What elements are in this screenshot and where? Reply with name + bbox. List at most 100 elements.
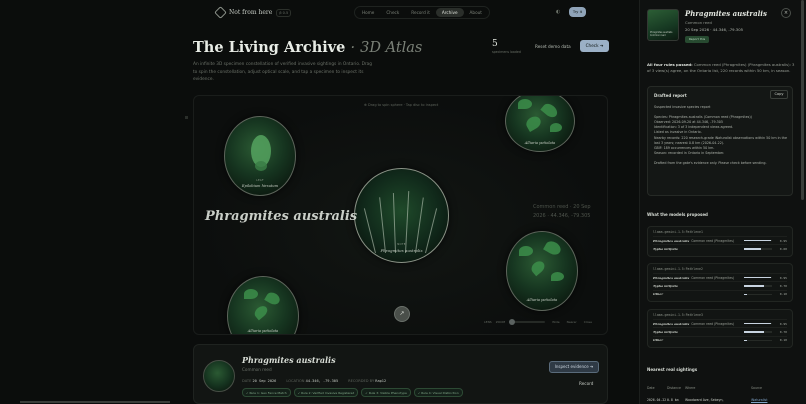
specimen-count-label: specimens loaded: [492, 50, 521, 54]
specimen-disc[interactable]: Alliaria petiolata: [506, 231, 578, 311]
report-line: Season: recorded in Ontario in September…: [654, 151, 725, 156]
check-button[interactable]: Check ➔: [580, 40, 609, 52]
confidence-bar: [744, 331, 772, 333]
confidence-bar-fill: [744, 276, 771, 279]
zoom-slider-row: LENS ZOOM Wide Nearer Close: [484, 319, 592, 325]
specimen-count: 5 specimens loaded: [492, 39, 521, 54]
close-icon[interactable]: ×: [781, 8, 791, 18]
panel-specimen-thumb: Phragmites australis Common reed: [647, 9, 679, 41]
specimen-label: Alliaria petiolata: [247, 329, 279, 333]
rule-tag: ✓ Rule 1: Geo Fence Match: [242, 388, 291, 397]
specimen-card-subtitle: Common reed: [242, 367, 272, 372]
confidence-bar: [744, 276, 772, 279]
drafted-report-body: Suspected invasive species report Specie…: [654, 105, 789, 166]
tab-archive[interactable]: Archive: [435, 8, 464, 17]
specimen-disc-selected[interactable]: NOTE Phragmites australis: [354, 168, 449, 263]
model-row: Phragmites australis Common reed (Phragmi…: [653, 236, 787, 244]
rule-tags: ✓ Rule 1: Geo Fence Match ✓ Rule 2: Veri…: [242, 388, 463, 397]
report-line: Nearby records: 220 research-grade iNatu…: [654, 135, 788, 145]
specimen-disc[interactable]: Alliaria petiolata: [505, 96, 575, 152]
zoom-slider-thumb[interactable]: [509, 319, 516, 325]
model-row-label: Typha latifolia: [653, 247, 678, 252]
rule-tag: ✓ Rule 4: Visual Distinction: [413, 388, 463, 397]
confidence-bar-fill: [744, 293, 747, 296]
app-logo[interactable]: Not from here β 0.5: [214, 6, 292, 19]
confidence-bar-fill: [744, 339, 747, 342]
atlas-stage[interactable]: ⊕ Drag to spin sphere · Tap disc to insp…: [193, 95, 608, 335]
logo-text: Not from here: [229, 9, 273, 16]
sightings-section-title: Nearest real sightings: [647, 367, 698, 372]
leaf-icon: [244, 289, 258, 299]
leaf-icon: [529, 258, 547, 277]
model-row-label: Typha latifolia: [653, 284, 678, 289]
meta-location: LOCATION 44.346, -79.305: [286, 379, 339, 383]
version-badge: β 0.5: [276, 8, 292, 17]
sighting-date: 2026-04-22: [647, 398, 667, 402]
leaf-icon: [540, 101, 560, 120]
panel-common-name: Common reed: [685, 20, 712, 25]
zoom-slider[interactable]: [509, 319, 546, 325]
report-this-button[interactable]: Report this: [685, 36, 709, 43]
try-button[interactable]: Try it: [569, 7, 586, 17]
panel-thumb-caption: Phragmites australis Common reed: [650, 31, 673, 37]
page-intro: An infinite 3D specimen constellation of…: [193, 62, 373, 83]
copy-button[interactable]: Copy: [770, 90, 788, 99]
theme-toggle-icon[interactable]: ◐: [556, 9, 560, 15]
inspect-evidence-button[interactable]: Inspect evidence ➔: [549, 361, 599, 373]
rule-tag: ✓ Rule 2: Verified Invasive Registered: [293, 388, 359, 397]
confidence-value: 0.70: [779, 330, 787, 335]
scroll-marker: [185, 116, 188, 119]
drafted-report: Drafted report Copy Suspected invasive s…: [647, 86, 793, 196]
sighting-source-link[interactable]: iNaturalist: [751, 398, 797, 402]
confidence-bar: [744, 322, 772, 325]
stage-hint: ⊕ Drag to spin sphere · Tap disc to insp…: [364, 103, 439, 107]
tab-check[interactable]: Check: [380, 8, 405, 17]
leaf-icon: [550, 123, 562, 132]
tab-about[interactable]: About: [464, 8, 488, 17]
report-footer: Drafted from the gate's evidence only. P…: [654, 160, 767, 165]
zoom-option-close[interactable]: Close: [584, 320, 592, 324]
table-row: 2026-04-22 0.8 km Woodward Ave, Sebeyn, …: [647, 398, 797, 402]
confidence-bar: [744, 239, 772, 242]
tab-record[interactable]: Record it: [405, 8, 436, 17]
confidence-bar: [744, 285, 772, 287]
col-source: Source: [751, 386, 762, 390]
report-heading: Suspected invasive species report: [654, 105, 711, 109]
specimen-label: Epilobium hirsutum: [241, 184, 279, 188]
horizontal-scrollbar[interactable]: [20, 401, 170, 403]
col-where: Where: [685, 386, 696, 390]
zoom-option-wide[interactable]: Wide: [552, 320, 559, 324]
specimen-card-thumb[interactable]: [203, 360, 235, 392]
specimen-disc[interactable]: Alliaria petiolata: [227, 276, 299, 334]
evidence-panel: Phragmites australis Common reed Phragmi…: [639, 0, 806, 404]
model-row-label: Phragmites australis Common reed (Phragmi…: [653, 238, 735, 243]
model-row-label: Typha latifolia: [653, 330, 678, 335]
arrow-icon: ↗: [399, 310, 405, 317]
rule-tag: ✓ Rule 3: Visible Phenotype: [361, 388, 411, 397]
confidence-value: 0.95: [779, 238, 787, 243]
leaf-icon: [264, 290, 282, 307]
page-title: The Living Archive · 3D Atlas: [193, 39, 422, 56]
leaf-icon: [551, 272, 564, 281]
specimen-disc[interactable]: LEAF Epilobium hirsutum: [224, 116, 296, 196]
model-row-label: Other: [653, 292, 663, 297]
leaf-icon: [519, 246, 533, 256]
confidence-value: 0.60: [779, 247, 787, 252]
specimen-label: Alliaria petiolata: [524, 141, 556, 145]
model-row: Typha latifolia 0.70: [653, 281, 787, 289]
tab-home[interactable]: Home: [356, 8, 380, 17]
selected-species-name: Phragmites australis: [205, 209, 358, 224]
rules-lead: All four rules passed:: [647, 62, 693, 67]
reset-demo-link[interactable]: Reset demo data: [535, 44, 571, 49]
specimen-card-meta: DATE 20 Sep 2026 LOCATION 44.346, -79.30…: [242, 379, 386, 383]
panel-scrollbar[interactable]: [801, 0, 804, 200]
expand-fab[interactable]: ↗: [394, 306, 410, 322]
confidence-bar-fill: [744, 285, 764, 287]
specimen-caps: LEAF: [256, 179, 264, 182]
reed-icon: [363, 207, 376, 253]
model-card: llama-gemini-1.5:Pathlene3 Phragmites au…: [647, 309, 793, 349]
zoom-option-nearer[interactable]: Nearer: [567, 320, 577, 324]
record-link[interactable]: Record: [579, 381, 593, 386]
confidence-value: 0.70: [779, 284, 787, 289]
model-row: Other 0.10: [653, 335, 787, 344]
